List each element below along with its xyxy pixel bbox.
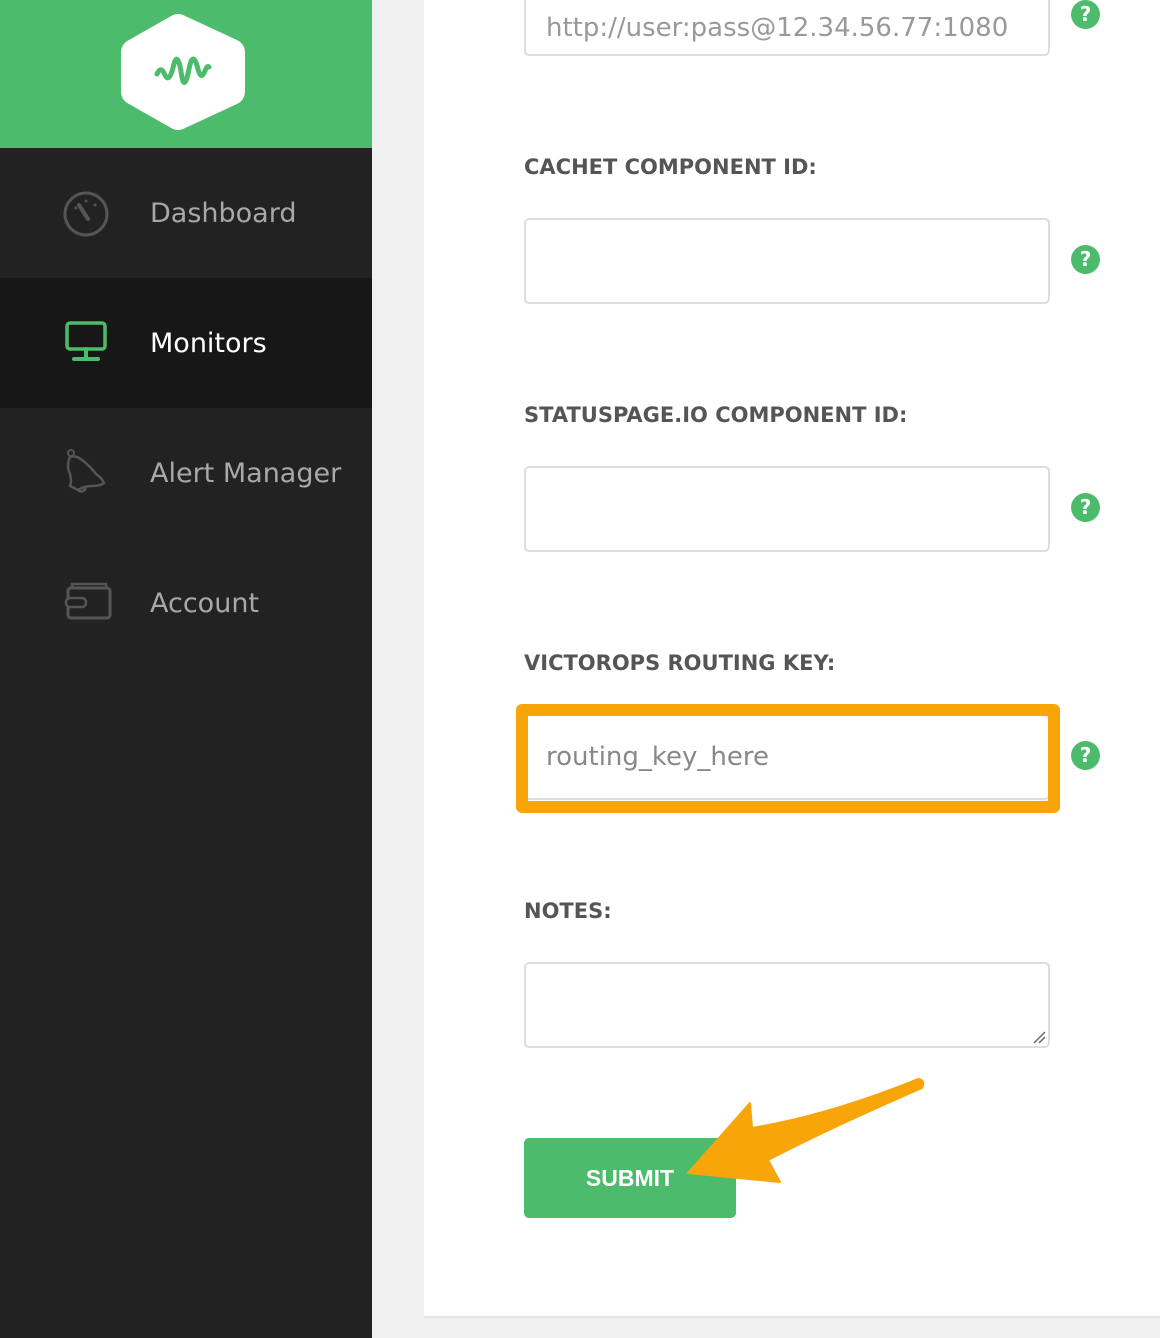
notes-label: NOTES: [524, 899, 612, 923]
sidebar-item-dashboard[interactable]: Dashboard [0, 148, 372, 278]
sidebar-item-label: Dashboard [150, 197, 297, 229]
highlight-box [516, 704, 1060, 813]
sidebar-item-label: Monitors [150, 327, 267, 359]
help-icon[interactable]: ? [1071, 245, 1100, 274]
resize-handle-icon[interactable] [1032, 1030, 1046, 1044]
bell-icon [66, 449, 106, 493]
cachet-label: CACHET COMPONENT ID: [524, 155, 817, 179]
help-icon[interactable]: ? [1071, 493, 1100, 522]
sidebar-item-label: Alert Manager [150, 457, 342, 489]
sidebar: Dashboard Monitors Alert Manager Account [0, 0, 372, 1338]
proxy-input[interactable]: http://user:pass@12.34.56.77:1080 [524, 0, 1050, 56]
logo-icon[interactable] [121, 13, 245, 131]
sidebar-item-account[interactable]: Account [0, 538, 372, 668]
cachet-component-id-input[interactable] [524, 218, 1050, 304]
dashboard-gauge-icon [63, 191, 109, 237]
statuspage-component-id-input[interactable] [524, 466, 1050, 552]
sidebar-item-monitors[interactable]: Monitors [0, 278, 372, 408]
help-icon[interactable]: ? [1071, 741, 1100, 770]
wallet-icon [64, 582, 112, 620]
sidebar-item-label: Account [150, 587, 260, 619]
logo-bar [0, 0, 372, 148]
proxy-value: http://user:pass@12.34.56.77:1080 [546, 13, 1009, 43]
help-icon[interactable]: ? [1071, 0, 1100, 29]
sidebar-item-alert-manager[interactable]: Alert Manager [0, 408, 372, 538]
victorops-label: VICTOROPS ROUTING KEY: [524, 651, 836, 675]
submit-button[interactable]: SUBMIT [524, 1138, 736, 1218]
monitor-icon [65, 321, 107, 361]
notes-textarea[interactable] [524, 962, 1050, 1048]
statuspage-label: STATUSPAGE.IO COMPONENT ID: [524, 403, 908, 427]
